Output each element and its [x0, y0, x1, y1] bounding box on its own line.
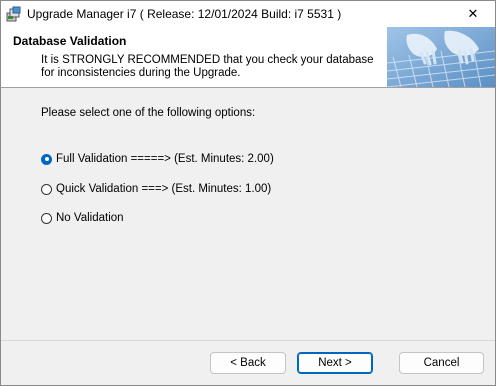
- window-title: Upgrade Manager i7 ( Release: 12/01/2024…: [27, 7, 342, 21]
- next-button[interactable]: Next >: [297, 352, 373, 374]
- no-validation-radio[interactable]: [41, 212, 52, 224]
- close-icon: ✕: [467, 6, 479, 21]
- option-quick-validation[interactable]: Quick Validation ===> (Est. Minutes: 1.0…: [41, 183, 271, 195]
- page-title: Database Validation: [13, 34, 127, 48]
- footer-divider: [1, 340, 495, 341]
- page-description: It is STRONGLY RECOMMENDED that you chec…: [41, 54, 374, 79]
- full-validation-label: Full Validation =====> (Est. Minutes: 2.…: [56, 153, 274, 165]
- title-bar[interactable]: Upgrade Manager i7 ( Release: 12/01/2024…: [1, 1, 495, 27]
- upgrade-manager-window: Upgrade Manager i7 ( Release: 12/01/2024…: [0, 0, 496, 386]
- full-validation-radio[interactable]: [41, 153, 52, 165]
- close-button[interactable]: ✕: [451, 1, 495, 27]
- quick-validation-label: Quick Validation ===> (Est. Minutes: 1.0…: [56, 183, 272, 195]
- wizard-header: Database Validation It is STRONGLY RECOM…: [1, 27, 495, 88]
- quick-validation-radio[interactable]: [41, 183, 52, 195]
- back-button[interactable]: < Back: [210, 352, 286, 374]
- option-no-validation[interactable]: No Validation: [41, 212, 124, 224]
- cancel-button[interactable]: Cancel: [399, 352, 484, 374]
- app-icon: [6, 6, 21, 22]
- keyboard-typing-image: [387, 27, 495, 87]
- option-full-validation[interactable]: Full Validation =====> (Est. Minutes: 2.…: [41, 153, 274, 165]
- options-prompt: Please select one of the following optio…: [41, 107, 256, 119]
- no-validation-label: No Validation: [56, 212, 124, 224]
